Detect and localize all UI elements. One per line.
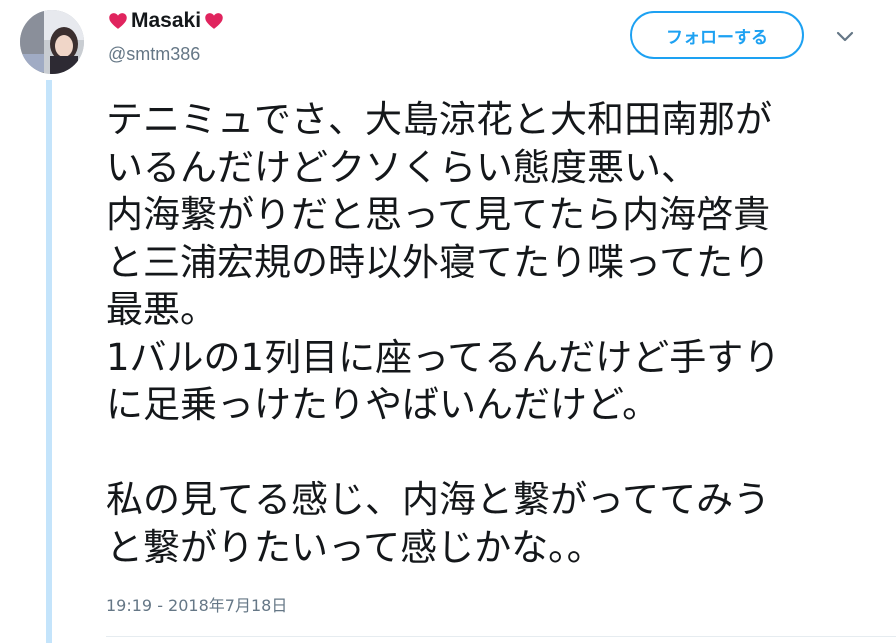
author-name-row[interactable]: Masaki	[108, 6, 224, 36]
heart-icon	[109, 13, 127, 29]
avatar[interactable]	[20, 10, 84, 74]
chevron-down-icon[interactable]	[834, 28, 856, 46]
tweet-text-line: いるんだけどクソくらい態度悪い、	[106, 145, 698, 189]
thread-line	[46, 80, 52, 643]
tweet-text-line: テニミュでさ、大島涼花と大和田南那が	[106, 98, 772, 141]
tweet-text-line: 1バルの1列目に座ってるんだけど手すり	[106, 335, 781, 379]
follow-button[interactable]: フォローする	[630, 11, 804, 59]
tweet-timestamp[interactable]: 19:19 - 2018年7月18日	[106, 595, 287, 617]
tweet-text-line: 内海繋がりだと思って見てたら内海啓貴	[106, 193, 771, 236]
author-display-name[interactable]: Masaki	[131, 6, 201, 36]
tweet-text-line: に足乗っけたりやばいんだけど。	[106, 383, 660, 426]
tweet-text-line: 最悪。	[106, 288, 217, 331]
tweet-text-line: 私の見てる感じ、内海と繋がっててみう	[106, 478, 771, 521]
heart-icon	[205, 13, 223, 29]
tweet-text: テニミュでさ、大島涼花と大和田南那が いるんだけどクソくらい態度悪い、 内海繋が…	[106, 96, 866, 571]
tweet-text-line: と三浦宏規の時以外寝てたり喋ってたり	[106, 240, 771, 284]
avatar-image	[20, 10, 84, 74]
divider	[106, 636, 896, 637]
author-handle[interactable]: @smtm386	[108, 42, 200, 66]
tweet-text-line: と繋がりたいって感じかな。。	[106, 525, 604, 569]
